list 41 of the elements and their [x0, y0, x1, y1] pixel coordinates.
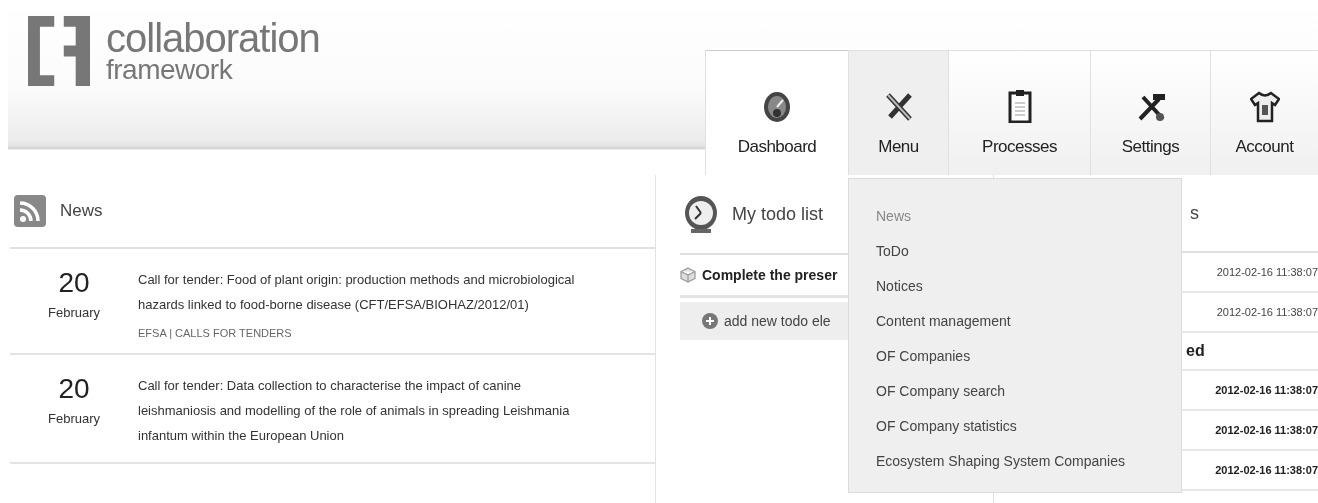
shirt-icon: [1249, 91, 1280, 123]
panel-title: s: [1190, 202, 1199, 224]
timestamp: 2012-02-16 11:38:07: [1215, 464, 1318, 476]
nav-tab[interactable]: Settings: [1090, 50, 1210, 175]
news-source: EFSA | CALLS FOR TENDERS: [138, 327, 293, 339]
pencil-ruler-icon: [883, 91, 914, 123]
nav-tab[interactable]: Account: [1210, 50, 1318, 175]
panel-title: News: [60, 201, 103, 221]
plus-icon: [702, 313, 718, 329]
news-day: 20: [58, 373, 90, 405]
news-link[interactable]: Call for tender: Food of plant origin: production methods and microbiological hazards linked to food-borne disease (CFT/EFSA/BIOHAZ/2012/01): [138, 267, 578, 317]
menu-item[interactable]: ToDo: [876, 241, 909, 262]
logo-title: collaboration: [106, 19, 320, 57]
menu-item[interactable]: Ecosystem Shaping System Companies: [876, 451, 1125, 472]
nav-tab[interactable]: Processes: [948, 50, 1090, 175]
timestamp: 2012-02-16 11:38:07: [1215, 384, 1318, 396]
timestamp: 2012-02-16 11:38:07: [1216, 266, 1318, 278]
add-todo-link[interactable]: add new todo ele: [702, 313, 831, 329]
gauge-icon: [763, 91, 791, 123]
menu-item[interactable]: OF Companies: [876, 346, 971, 367]
news-link[interactable]: Call for tender: Data collection to characterise the impact of canine leishmaniosis and modelling of the role of animals in spreading Leishmania infantum within the European Union: [138, 373, 578, 448]
clipboard-icon: [1007, 89, 1032, 123]
clock-icon: [684, 195, 718, 233]
rss-icon: [14, 195, 46, 227]
news-day: 20: [58, 267, 90, 299]
menu-item[interactable]: Content management: [876, 311, 1011, 332]
menu-item[interactable]: OF Company statistics: [876, 416, 1017, 437]
panel-title: My todo list: [732, 203, 824, 225]
logo-subtitle: framework: [106, 57, 234, 83]
nav-tab[interactable]: Dashboard: [705, 50, 848, 175]
menu-item[interactable]: OF Company search: [876, 381, 1006, 402]
logo-icon: [28, 16, 90, 86]
menu-item[interactable]: Notices: [876, 276, 923, 297]
cube-icon: [680, 267, 696, 283]
timestamp: 2012-02-16 11:38:07: [1216, 306, 1318, 318]
section-heading: ed: [1186, 342, 1205, 360]
nav-tab[interactable]: Menu: [848, 50, 948, 175]
todo-item: Complete the preser: [702, 267, 838, 283]
news-month: February: [48, 305, 100, 320]
timestamp: 2012-02-16 11:38:07: [1215, 424, 1318, 436]
news-month: February: [48, 411, 100, 426]
